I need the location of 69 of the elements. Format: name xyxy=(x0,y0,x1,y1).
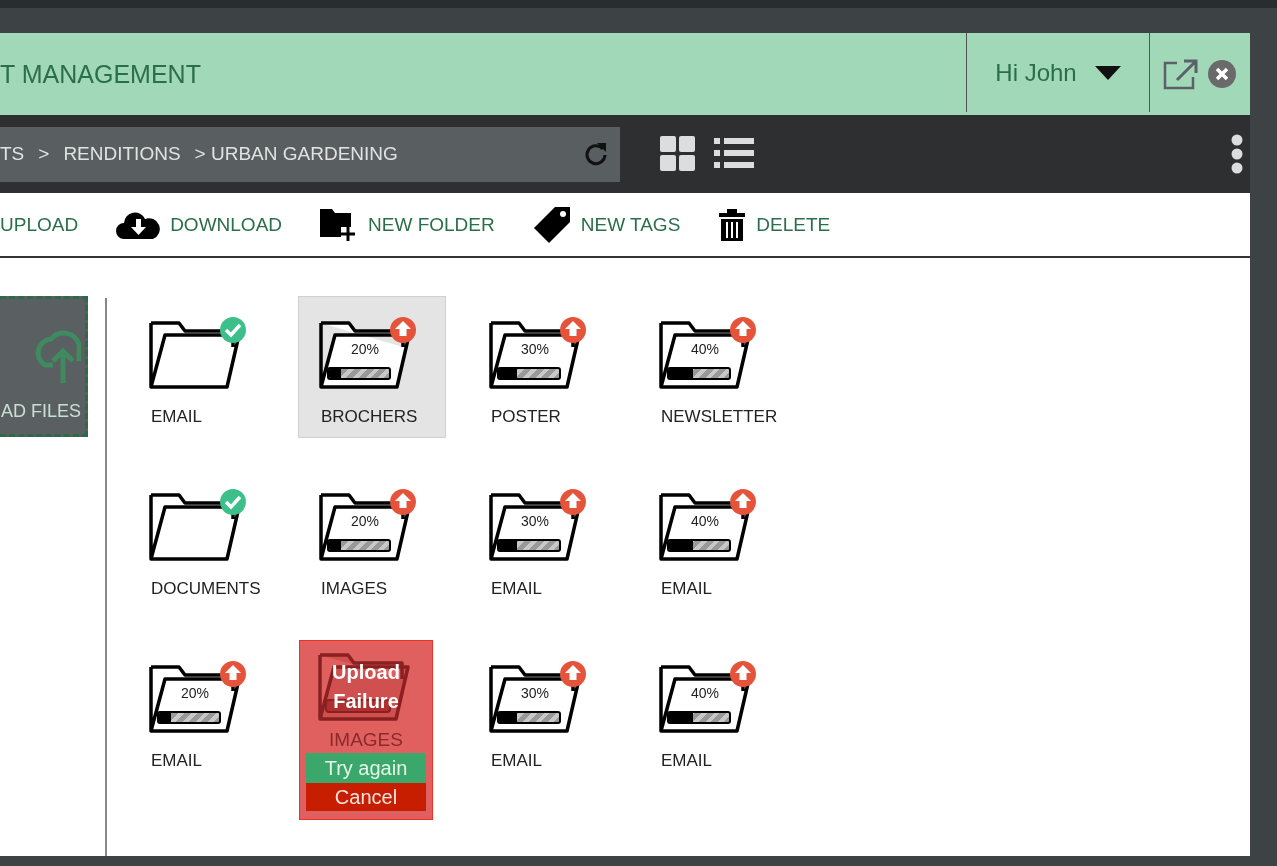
folder-name: EMAIL xyxy=(150,407,203,427)
progress-percent: 30% xyxy=(520,341,550,357)
list-view-icon[interactable] xyxy=(714,136,754,170)
progress-percent: 20% xyxy=(350,513,380,529)
folder-tile[interactable]: 20% IMAGES xyxy=(298,468,446,610)
breadcrumb-link[interactable]: RENDITIONS xyxy=(63,143,181,165)
external-link-icon[interactable] xyxy=(1163,58,1199,90)
breadcrumb-separator: > xyxy=(38,143,50,165)
breadcrumb-link[interactable]: TS xyxy=(0,143,25,165)
cancel-button[interactable]: Cancel xyxy=(306,783,426,811)
upload-badge-icon xyxy=(389,488,417,516)
folder-name: EMAIL xyxy=(660,751,713,771)
trash-icon xyxy=(718,207,747,242)
progress-percent: 40% xyxy=(690,341,720,357)
user-menu[interactable]: Hi John xyxy=(966,33,1150,112)
failed-folder-tile[interactable]: Upload Failure IMAGES Try again Cancel xyxy=(299,640,433,820)
folder-name: EMAIL xyxy=(150,751,203,771)
new-folder-button[interactable]: NEW FOLDER xyxy=(320,206,495,243)
check-badge-icon xyxy=(219,488,247,516)
progress-percent: 20% xyxy=(180,685,210,701)
download-button[interactable]: DOWNLOAD xyxy=(116,209,283,240)
app-title: T MANAGEMENT xyxy=(0,59,202,89)
progress-percent: 30% xyxy=(520,685,550,701)
upload-badge-icon xyxy=(559,316,587,344)
folder-tile[interactable]: 30% POSTER xyxy=(468,296,616,438)
delete-button[interactable]: DELETE xyxy=(718,207,831,242)
folder-name: EMAIL xyxy=(490,579,543,599)
folder-name: BROCHERS xyxy=(320,407,418,427)
caret-icon xyxy=(1094,65,1121,80)
user-greeting: Hi John xyxy=(995,58,1077,87)
more-icon[interactable] xyxy=(1230,134,1244,174)
folder-tile[interactable]: 40% EMAIL xyxy=(638,640,786,782)
upload-badge-icon xyxy=(729,660,757,688)
grid-view-icon[interactable] xyxy=(660,136,696,172)
progress-percent: 40% xyxy=(690,513,720,529)
tag-button[interactable]: NEW TAGS xyxy=(532,205,681,244)
folder-name: IMAGES xyxy=(329,729,403,751)
upload-badge-icon xyxy=(559,660,587,688)
tag-icon xyxy=(532,205,571,244)
folder-name: EMAIL xyxy=(660,579,713,599)
folder-tile[interactable]: 30% EMAIL xyxy=(468,640,616,782)
folder-tile[interactable]: EMAIL xyxy=(128,296,276,438)
upload-dropzone[interactable]: AD FILES xyxy=(0,296,88,437)
upload-badge-icon xyxy=(729,488,757,516)
upload-badge-icon xyxy=(219,660,247,688)
close-icon[interactable] xyxy=(1207,59,1237,89)
upload-badge-icon xyxy=(559,488,587,516)
refresh-icon[interactable] xyxy=(584,141,608,167)
folder-tile[interactable]: 40% NEWSLETTER xyxy=(638,296,786,438)
failure-message: Upload Failure xyxy=(316,647,416,727)
folder-name: DOCUMENTS xyxy=(150,579,261,599)
upload-button[interactable]: UPLOAD xyxy=(0,213,79,236)
folder-name: POSTER xyxy=(490,407,561,427)
check-badge-icon xyxy=(219,316,247,344)
folder-tile[interactable]: 30% EMAIL xyxy=(468,468,616,610)
breadcrumb-separator: > URBAN GARDENING xyxy=(194,143,398,165)
folder-name: EMAIL xyxy=(490,751,543,771)
upload-badge-icon xyxy=(389,316,417,344)
upload-badge-icon xyxy=(729,316,757,344)
folder-tile[interactable]: 20% BROCHERS xyxy=(298,296,446,438)
folder-name: IMAGES xyxy=(320,579,388,599)
folder-tile[interactable]: 40% EMAIL xyxy=(638,468,786,610)
progress-percent: 30% xyxy=(520,513,550,529)
folder-tile[interactable]: DOCUMENTS xyxy=(128,468,276,610)
progress-percent: 40% xyxy=(690,685,720,701)
folder-tile[interactable]: 20% EMAIL xyxy=(128,640,276,782)
progress-percent: 20% xyxy=(350,341,380,357)
upload-label: AD FILES xyxy=(0,401,81,422)
folder-name: NEWSLETTER xyxy=(660,407,778,427)
